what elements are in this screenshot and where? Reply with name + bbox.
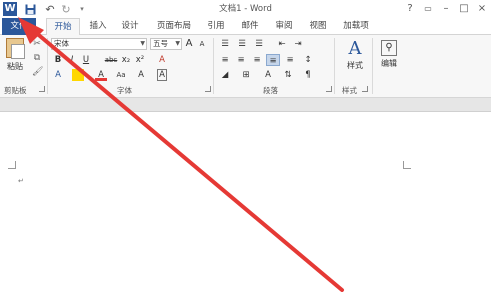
sort-icon[interactable]: ⇅: [282, 69, 294, 81]
show-hide-marks-icon[interactable]: ¶: [302, 69, 314, 81]
justify-icon[interactable]: ≡: [266, 54, 280, 66]
document-area: ↵: [0, 98, 491, 292]
maximize-button[interactable]: □: [455, 0, 473, 18]
increase-indent-icon[interactable]: ⇥: [292, 38, 304, 50]
styles-icon: A: [348, 38, 362, 59]
copy-icon[interactable]: ⧉: [32, 53, 42, 63]
chevron-down-icon: ▼: [140, 40, 145, 47]
format-painter-icon[interactable]: 🖌: [32, 67, 43, 77]
group-divider: [334, 38, 335, 94]
font-color-button[interactable]: A: [95, 69, 107, 81]
tab-review[interactable]: 审阅: [270, 18, 298, 35]
tab-page-layout[interactable]: 页面布局: [152, 18, 196, 35]
ribbon-display-icon[interactable]: ▭: [419, 0, 437, 18]
numbering-icon[interactable]: ☰: [236, 38, 248, 50]
group-divider: [372, 38, 373, 94]
paragraph-mark-icon: ↵: [18, 177, 24, 185]
ribbon-tabs: 文件 开始 插入 设计 页面布局 引用 邮件 审阅 视图 加载项: [0, 18, 491, 36]
clipboard-icon: [6, 38, 25, 59]
tab-home[interactable]: 开始: [46, 18, 80, 36]
styles-button[interactable]: A 样式: [340, 38, 370, 71]
margin-corner-mark: [8, 161, 16, 169]
tab-addins[interactable]: 加载项: [338, 18, 374, 35]
tab-file[interactable]: 文件: [2, 18, 36, 35]
font-size-value: 五号: [153, 39, 168, 48]
shading-icon[interactable]: ◢: [219, 69, 231, 81]
tab-insert[interactable]: 插入: [84, 18, 112, 35]
window-controls: ? ▭ – □ ×: [401, 0, 491, 18]
styles-group-label: 样式: [342, 86, 357, 95]
chinese-layout-icon[interactable]: A: [262, 69, 274, 81]
clear-formatting-icon[interactable]: A: [156, 54, 168, 66]
borders-icon[interactable]: ⊞: [240, 69, 252, 81]
binoculars-icon: ⚲: [381, 40, 397, 56]
tab-design[interactable]: 设计: [116, 18, 144, 35]
cut-icon[interactable]: ✂: [32, 39, 42, 49]
subscript-button[interactable]: x₂: [120, 54, 132, 66]
ribbon: 粘贴 ✂ ⧉ 🖌 剪贴板 宋体 ▼ 五号 ▼ A A B I U abc x₂ …: [0, 35, 491, 98]
align-right-icon[interactable]: ≡: [251, 54, 263, 66]
minimize-button[interactable]: –: [437, 0, 455, 18]
highlight-color-icon[interactable]: ★: [72, 69, 84, 81]
bullets-icon[interactable]: ☰: [219, 38, 231, 50]
line-spacing-icon[interactable]: ↕: [302, 54, 314, 66]
help-button[interactable]: ?: [401, 0, 419, 18]
char-border-button[interactable]: A: [157, 69, 167, 81]
paste-button[interactable]: 粘贴: [4, 38, 26, 72]
change-case-button[interactable]: Aa: [114, 69, 128, 81]
paragraph-launcher-icon[interactable]: [326, 86, 332, 92]
styles-label: 样式: [347, 61, 363, 70]
close-button[interactable]: ×: [473, 0, 491, 18]
tab-mailings[interactable]: 邮件: [236, 18, 264, 35]
align-left-icon[interactable]: ≡: [219, 54, 231, 66]
group-divider: [213, 38, 214, 94]
bold-button[interactable]: B: [53, 54, 63, 66]
grow-font-button[interactable]: A: [184, 38, 194, 50]
strikethrough-button[interactable]: abc: [104, 54, 118, 66]
editing-button[interactable]: ⚲ 编辑: [376, 38, 402, 69]
styles-launcher-icon[interactable]: [362, 86, 368, 92]
font-launcher-icon[interactable]: [205, 86, 211, 92]
paste-label: 粘贴: [7, 62, 23, 71]
group-divider: [47, 38, 48, 94]
editing-label: 编辑: [381, 59, 397, 68]
underline-button[interactable]: U: [81, 54, 91, 66]
italic-button[interactable]: I: [67, 54, 77, 66]
font-group-label: 字体: [117, 86, 132, 95]
align-center-icon[interactable]: ≡: [235, 54, 247, 66]
font-name-value: 宋体: [54, 39, 69, 48]
margin-corner-mark: [403, 161, 411, 169]
clipboard-group-label: 剪贴板: [4, 86, 27, 95]
font-name-combo[interactable]: 宋体 ▼: [51, 38, 147, 50]
superscript-button[interactable]: x²: [134, 54, 146, 66]
font-size-combo[interactable]: 五号 ▼: [150, 38, 182, 50]
distributed-icon[interactable]: ≡: [284, 54, 296, 66]
char-shading-button[interactable]: A: [136, 69, 146, 81]
tab-references[interactable]: 引用: [202, 18, 230, 35]
chevron-down-icon: ▼: [175, 40, 180, 47]
paragraph-group-label: 段落: [263, 86, 278, 95]
shrink-font-button[interactable]: A: [197, 38, 207, 50]
tab-view[interactable]: 视图: [304, 18, 332, 35]
decrease-indent-icon[interactable]: ⇤: [276, 38, 288, 50]
document-page[interactable]: ↵: [0, 111, 491, 292]
clipboard-launcher-icon[interactable]: [39, 86, 45, 92]
title-bar: W ↶ ↻ ▾ 文档1 - Word ? ▭ – □ ×: [0, 0, 491, 18]
multilevel-list-icon[interactable]: ☰: [253, 38, 265, 50]
text-effects-button[interactable]: A: [53, 69, 63, 81]
